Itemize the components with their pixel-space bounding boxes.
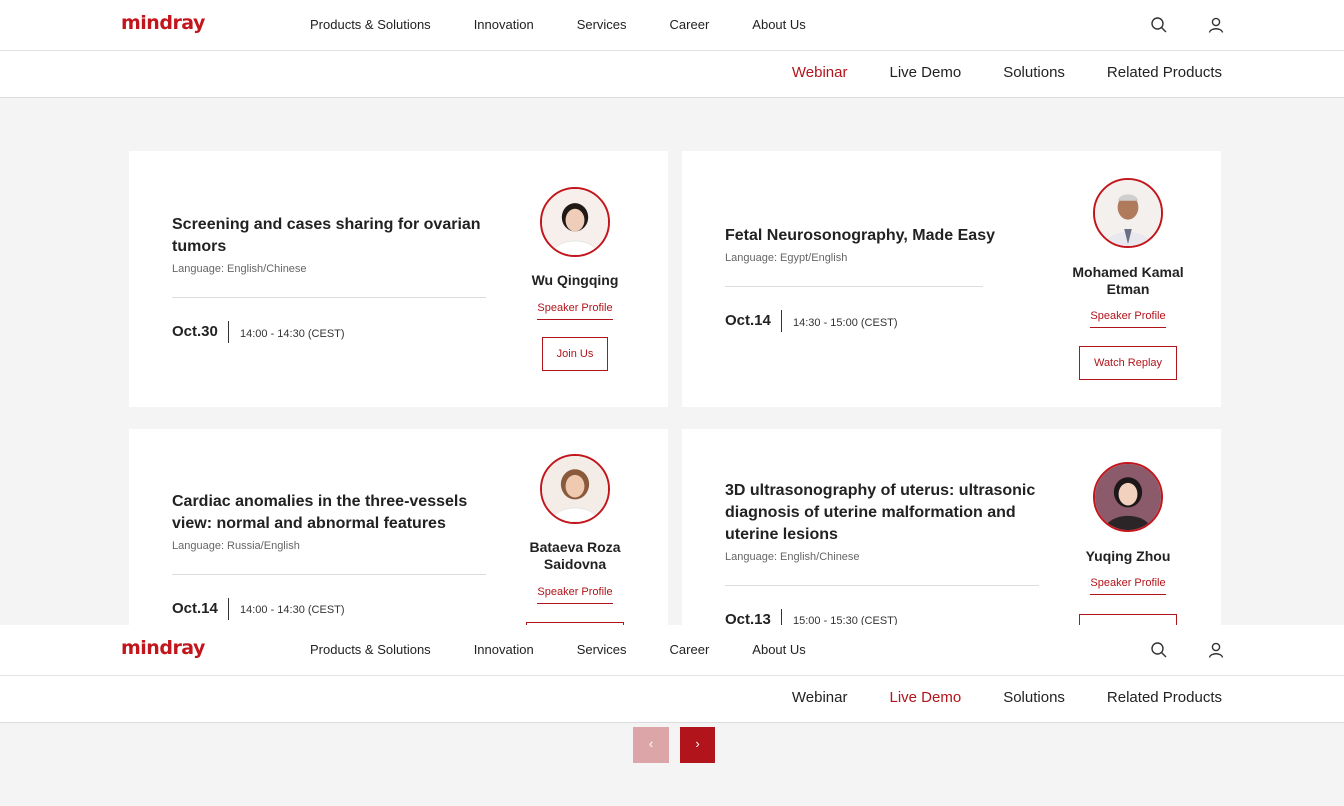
card-action-button[interactable] (1079, 614, 1177, 625)
webinar-title[interactable]: Cardiac anomalies in the three-vessels v… (172, 491, 492, 535)
webinar-language: Language: English/Chinese (725, 551, 860, 563)
card-divider (172, 574, 486, 575)
webinar-title[interactable]: Fetal Neurosonography, Made Easy (725, 225, 1045, 247)
chevron-right-icon[interactable]: › (680, 727, 715, 763)
subnav-menu: Webinar Live Demo Solutions Related Prod… (750, 689, 1222, 706)
speaker-avatar (1093, 462, 1163, 532)
speaker-profile-link[interactable]: Speaker Profile (537, 586, 613, 604)
date-separator (781, 609, 782, 625)
subnav-menu: Webinar Live Demo Solutions Related Prod… (750, 64, 1222, 81)
speaker-name: Yuqing Zhou (1085, 548, 1171, 564)
subnav-item-webinar[interactable]: Webinar (792, 689, 848, 706)
main-nav: Products & Solutions Innovation Services… (310, 17, 849, 32)
subnav-item-related-products[interactable]: Related Products (1107, 689, 1222, 706)
webinar-subnav: Webinar Live Demo Solutions Related Prod… (0, 51, 1344, 98)
nav-item-innovation[interactable]: Innovation (474, 17, 534, 32)
speaker-name: Mohamed Kamal Etman (1072, 264, 1184, 297)
speaker-profile-link[interactable]: Speaker Profile (1090, 577, 1166, 595)
sticky-header: mindray Products & Solutions Innovation … (0, 625, 1344, 676)
nav-item-products-solutions[interactable]: Products & Solutions (310, 17, 431, 32)
speaker-profile-link[interactable]: Speaker Profile (1090, 310, 1166, 328)
webinar-time: 14:00 - 14:30 (CEST) (240, 328, 345, 340)
speaker-avatar (540, 454, 610, 524)
speaker-avatar (540, 187, 610, 257)
chevron-left-icon[interactable]: ‹ (633, 727, 669, 763)
nav-item-about-us[interactable]: About Us (752, 17, 805, 32)
nav-item-services[interactable]: Services (577, 17, 627, 32)
webinar-time: 14:30 - 15:00 (CEST) (793, 317, 898, 329)
webinar-date: Oct.14 (725, 312, 771, 329)
webinar-language: Language: Russia/English (172, 540, 300, 552)
webinar-title[interactable]: Screening and cases sharing for ovarian … (172, 214, 492, 258)
speaker-name: Bataeva Roza Saidovna (529, 539, 621, 572)
user-icon[interactable] (1207, 16, 1225, 34)
subnav-item-live-demo[interactable]: Live Demo (890, 64, 962, 81)
webinar-language: Language: English/Chinese (172, 263, 307, 275)
nav-item-career[interactable]: Career (670, 642, 710, 657)
card-divider (725, 585, 1039, 586)
join-us-button[interactable]: Join Us (542, 337, 608, 371)
nav-item-products-solutions[interactable]: Products & Solutions (310, 642, 431, 657)
webinar-list: Screening and cases sharing for ovarian … (0, 98, 1344, 625)
webinar-date: Oct.30 (172, 323, 218, 340)
subnav-item-solutions[interactable]: Solutions (1003, 689, 1065, 706)
main-nav: Products & Solutions Innovation Services… (310, 642, 849, 657)
live-demo-subnav: Webinar Live Demo Solutions Related Prod… (0, 676, 1344, 723)
webinar-date: Oct.13 (725, 611, 771, 625)
webinar-language: Language: Egypt/English (725, 252, 848, 264)
subnav-item-live-demo[interactable]: Live Demo (890, 689, 962, 706)
date-separator (228, 598, 229, 620)
subnav-item-solutions[interactable]: Solutions (1003, 64, 1065, 81)
nav-item-about-us[interactable]: About Us (752, 642, 805, 657)
search-icon[interactable] (1150, 641, 1168, 659)
webinar-date: Oct.14 (172, 600, 218, 617)
nav-item-innovation[interactable]: Innovation (474, 642, 534, 657)
webinar-time: 14:00 - 14:30 (CEST) (240, 604, 345, 616)
main-header: mindray Products & Solutions Innovation … (0, 0, 1344, 51)
nav-item-services[interactable]: Services (577, 642, 627, 657)
mindray-logo[interactable]: mindray (121, 637, 205, 659)
webinar-card: Screening and cases sharing for ovarian … (129, 151, 668, 407)
webinar-card: Fetal Neurosonography, Made Easy Languag… (682, 151, 1221, 407)
date-separator (228, 321, 229, 343)
speaker-name: Wu Qingqing (531, 272, 619, 288)
webinar-title[interactable]: 3D ultrasonography of uterus: ultrasonic… (725, 480, 1040, 546)
card-divider (725, 286, 983, 287)
user-icon[interactable] (1207, 641, 1225, 659)
webinar-card: Cardiac anomalies in the three-vessels v… (129, 429, 668, 625)
subnav-item-related-products[interactable]: Related Products (1107, 64, 1222, 81)
nav-item-career[interactable]: Career (670, 17, 710, 32)
search-icon[interactable] (1150, 16, 1168, 34)
subnav-item-webinar[interactable]: Webinar (792, 64, 848, 81)
webinar-time: 15:00 - 15:30 (CEST) (793, 615, 898, 625)
mindray-logo[interactable]: mindray (121, 12, 205, 34)
webinar-card: 3D ultrasonography of uterus: ultrasonic… (682, 429, 1221, 625)
speaker-avatar (1093, 178, 1163, 248)
speaker-profile-link[interactable]: Speaker Profile (537, 302, 613, 320)
date-separator (781, 310, 782, 332)
card-divider (172, 297, 486, 298)
watch-replay-button[interactable]: Watch Replay (1079, 346, 1177, 380)
